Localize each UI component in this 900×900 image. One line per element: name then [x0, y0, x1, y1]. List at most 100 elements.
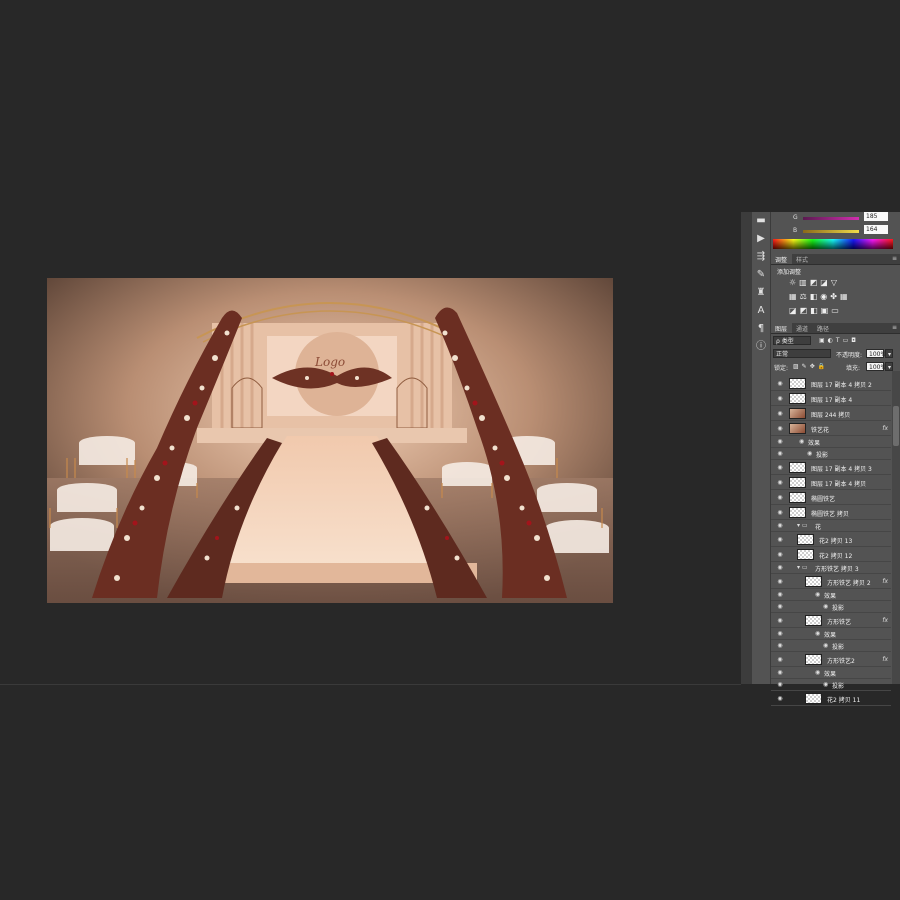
eye-icon[interactable]: ◉	[776, 494, 784, 501]
layer-row[interactable]: ◉ 椭圆铁艺	[771, 490, 891, 505]
panel-dock-divider[interactable]	[741, 212, 752, 684]
layer-effect-row[interactable]: ◉ ◉ 效果	[771, 436, 891, 448]
b-channel-slider[interactable]	[803, 230, 859, 233]
play-action-icon[interactable]: ▶	[752, 230, 770, 248]
photo-filter-icon[interactable]: ◉	[820, 292, 830, 301]
eye-icon[interactable]: ◉	[776, 642, 784, 649]
layer-row[interactable]: ◉ 方形铁艺 fx	[771, 613, 891, 628]
effect-visibility-icon[interactable]: ◉	[815, 669, 820, 676]
layer-row[interactable]: ◉ 图层 17 副本 4 拷贝 2	[771, 376, 891, 391]
effect-visibility-icon[interactable]: ◉	[799, 438, 804, 445]
lock-icons[interactable]: ▨✎✥🔒	[793, 363, 828, 370]
fill-dropdown[interactable]: ▾	[885, 362, 893, 371]
eye-icon[interactable]: ◉	[776, 450, 784, 457]
eye-icon[interactable]: ◉	[776, 395, 784, 402]
filter-icons[interactable]: ▣◐T▭◘	[819, 337, 859, 344]
folder-icon[interactable]: ▾ ▭	[797, 564, 808, 571]
layer-row[interactable]: ◉ 花2 拷贝 12	[771, 547, 891, 562]
fill-field[interactable]: 100%	[866, 362, 886, 371]
presets-icon[interactable]: ♜	[752, 284, 770, 302]
eye-icon[interactable]: ◉	[776, 669, 784, 676]
paragraph-icon[interactable]: ¶	[752, 320, 770, 338]
layer-row[interactable]: ◉ 花2 拷贝 11	[771, 691, 891, 706]
eye-icon[interactable]: ◉	[776, 438, 784, 445]
layer-group-row[interactable]: ◉ ▾ ▭ 花	[771, 520, 891, 532]
color-spectrum-ramp[interactable]	[773, 239, 893, 249]
eye-icon[interactable]: ◉	[776, 591, 784, 598]
eye-icon[interactable]: ◉	[776, 578, 784, 585]
gradient-map-icon[interactable]: ▭	[831, 306, 842, 315]
color-lookup-icon[interactable]: ▦	[840, 292, 851, 301]
layer-kind-filter[interactable]: ρ 类型	[773, 336, 811, 345]
channel-mixer-icon[interactable]: ✤	[830, 292, 840, 301]
scrollbar-thumb[interactable]	[893, 406, 899, 446]
character-icon[interactable]: A	[752, 302, 770, 320]
effect-visibility-icon[interactable]: ◉	[815, 591, 820, 598]
tab-channels[interactable]: 通道	[792, 323, 813, 333]
color-balance-icon[interactable]: ⚖	[800, 292, 810, 301]
document-canvas-area[interactable]: Logo	[0, 212, 741, 684]
tab-layers[interactable]: 图层	[771, 323, 793, 333]
effect-visibility-icon[interactable]: ◉	[823, 681, 828, 688]
layer-effect-row[interactable]: ◉ ◉ 投影	[771, 679, 891, 691]
brightness-icon[interactable]: ☼	[789, 278, 799, 287]
effect-visibility-icon[interactable]: ◉	[823, 603, 828, 610]
g-channel-slider[interactable]	[803, 217, 859, 220]
effect-visibility-icon[interactable]: ◉	[807, 450, 812, 457]
eye-icon[interactable]: ◉	[776, 656, 784, 663]
posterize-icon[interactable]: ◩	[800, 306, 811, 315]
exposure-icon[interactable]: ◪	[820, 278, 831, 287]
eye-icon[interactable]: ◉	[776, 479, 784, 486]
layer-row[interactable]: ◉ 方形铁艺 拷贝 2 fx	[771, 574, 891, 589]
tab-adjustments[interactable]: 调整	[771, 254, 793, 264]
eye-icon[interactable]: ◉	[776, 509, 784, 516]
info-icon[interactable]: ⓘ	[752, 338, 770, 356]
eye-icon[interactable]: ◉	[776, 522, 784, 529]
eye-icon[interactable]: ◉	[776, 695, 784, 702]
fx-icon[interactable]: fx	[882, 425, 888, 432]
eye-icon[interactable]: ◉	[776, 410, 784, 417]
opacity-dropdown[interactable]: ▾	[885, 349, 893, 358]
layer-row[interactable]: ◉ 图层 17 副本 4 拷贝	[771, 475, 891, 490]
layer-row[interactable]: ◉ 图层 244 拷贝	[771, 406, 891, 421]
panel-menu-icon[interactable]: ≡	[892, 324, 897, 331]
eye-icon[interactable]: ◉	[776, 617, 784, 624]
fx-icon[interactable]: fx	[882, 617, 888, 624]
threshold-icon[interactable]: ◧	[810, 306, 821, 315]
tab-styles[interactable]: 样式	[792, 254, 813, 264]
eye-icon[interactable]: ◉	[776, 551, 784, 558]
layer-group-row[interactable]: ◉ ▾ ▭ 方形铁艺 拷贝 3	[771, 562, 891, 574]
fx-icon[interactable]: fx	[882, 656, 888, 663]
layer-effect-row[interactable]: ◉ ◉ 效果	[771, 667, 891, 679]
layer-row[interactable]: ◉ 方形铁艺2 fx	[771, 652, 891, 667]
vibrance-icon[interactable]: ▽	[831, 278, 840, 287]
layer-effect-row[interactable]: ◉ ◉ 投影	[771, 601, 891, 613]
g-value-field[interactable]: 185	[864, 212, 888, 221]
effect-visibility-icon[interactable]: ◉	[815, 630, 820, 637]
blend-mode-select[interactable]: 正常	[773, 349, 831, 358]
eye-icon[interactable]: ◉	[776, 380, 784, 387]
layer-effect-row[interactable]: ◉ ◉ 效果	[771, 628, 891, 640]
layer-row[interactable]: ◉ 椭圆铁艺 拷贝	[771, 505, 891, 520]
layer-row[interactable]: ◉ 图层 17 副本 4 拷贝 3	[771, 460, 891, 475]
b-value-field[interactable]: 164	[864, 225, 888, 234]
folder-icon[interactable]: ▾ ▭	[797, 522, 808, 529]
eye-icon[interactable]: ◉	[776, 603, 784, 610]
hue-saturation-icon[interactable]: ▦	[789, 292, 800, 301]
layer-effect-row[interactable]: ◉ ◉ 效果	[771, 589, 891, 601]
panel-menu-icon[interactable]: ≡	[892, 255, 897, 262]
layer-effect-row[interactable]: ◉ ◉ 投影	[771, 448, 891, 460]
eye-icon[interactable]: ◉	[776, 536, 784, 543]
eye-icon[interactable]: ◉	[776, 630, 784, 637]
eye-icon[interactable]: ◉	[776, 464, 784, 471]
black-white-icon[interactable]: ◧	[810, 292, 821, 301]
history-icon[interactable]: ▬	[752, 212, 770, 230]
layers-scrollbar[interactable]	[892, 371, 900, 684]
clone-source-icon[interactable]: ✎	[752, 266, 770, 284]
eye-icon[interactable]: ◉	[776, 681, 784, 688]
eye-icon[interactable]: ◉	[776, 564, 784, 571]
fx-icon[interactable]: fx	[882, 578, 888, 585]
effect-visibility-icon[interactable]: ◉	[823, 642, 828, 649]
layer-row[interactable]: ◉ 铁艺花 fx	[771, 421, 891, 436]
layer-effect-row[interactable]: ◉ ◉ 投影	[771, 640, 891, 652]
